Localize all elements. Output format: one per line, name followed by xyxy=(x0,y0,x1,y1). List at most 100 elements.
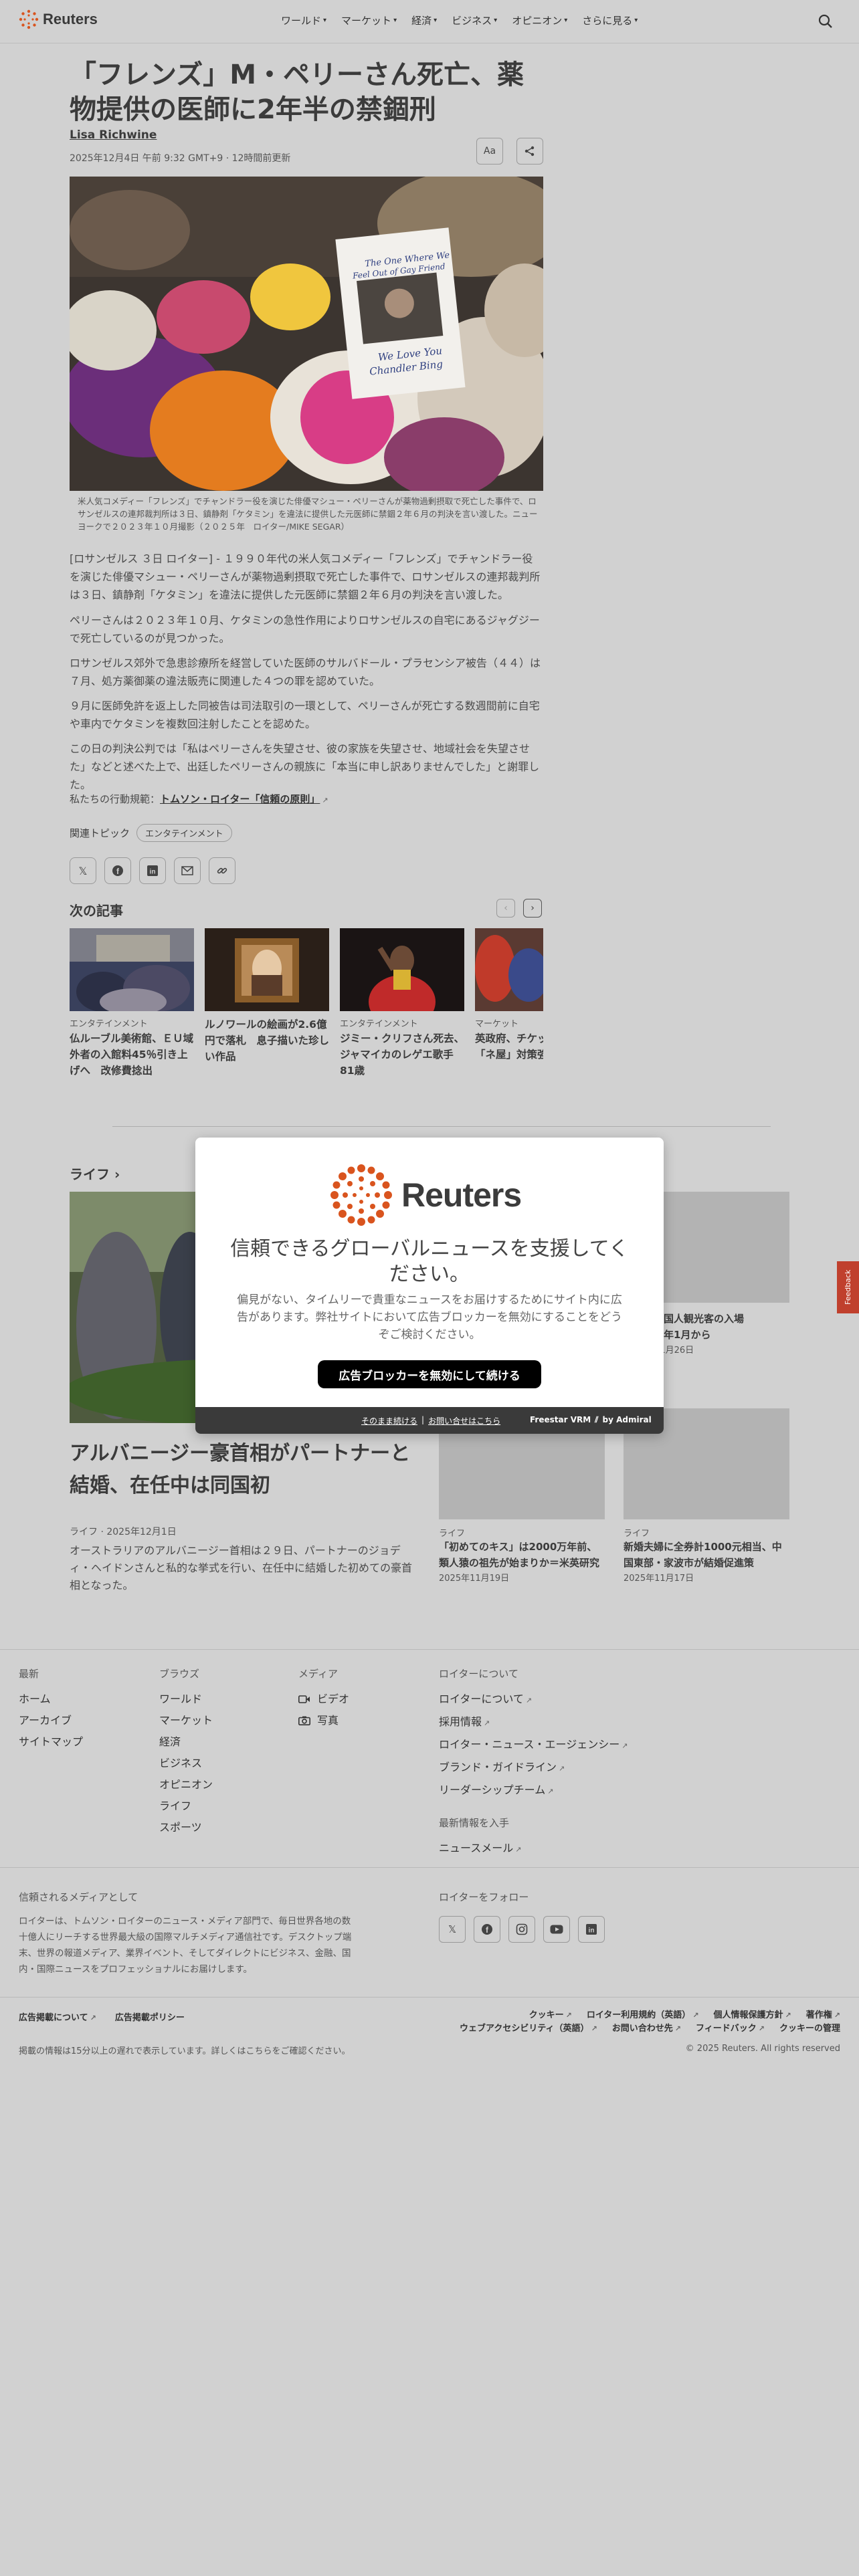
footer-link[interactable]: リーダーシップチーム ↗ xyxy=(439,1780,628,1802)
topic-tag-entertainment[interactable]: エンタテインメント xyxy=(136,824,232,842)
legal-link[interactable]: フィードバック ↗ xyxy=(696,2022,765,2036)
font-size-button[interactable]: Aa xyxy=(476,138,503,165)
article-paragraph: ９月に医師免許を返上した同被告は司法取引の一環として、ペリーさんが死亡する数週間… xyxy=(70,700,540,730)
carousel-next-button[interactable]: › xyxy=(523,899,542,918)
nav-world[interactable]: ワールド ▾ xyxy=(281,13,326,27)
footer-link[interactable]: マーケット xyxy=(159,1710,213,1731)
footer-link[interactable]: ビジネス xyxy=(159,1753,213,1774)
vendor-name: Freestar VRM xyxy=(530,1415,591,1424)
reuters-logo[interactable]: Reuters xyxy=(19,9,98,29)
footer-link-label: ロイターについて xyxy=(439,1693,524,1705)
legal-link[interactable]: ロイター利用規約（英語） ↗ xyxy=(587,2009,699,2022)
legal-right-links: クッキー ↗ ロイター利用規約（英語） ↗ 個人情報保護方針 ↗ 著作権 ↗ ウェブアク… xyxy=(460,2009,840,2036)
footer-link[interactable]: オピニオン xyxy=(159,1774,213,1796)
footer-link[interactable]: ロイターについて ↗ xyxy=(439,1689,628,1711)
continue-link[interactable]: そのまま続ける xyxy=(361,1415,417,1426)
share-linkedin-button[interactable]: in xyxy=(139,857,166,884)
share-email-button[interactable] xyxy=(174,857,201,884)
external-link-icon: ↗ xyxy=(565,2011,572,2020)
share-facebook-button[interactable]: f xyxy=(104,857,131,884)
card-kicker: マーケット xyxy=(475,1019,519,1029)
external-link-icon: ↗ xyxy=(90,2014,96,2022)
life-side-card[interactable]: ライフ 「初めてのキス」は2000万年前、類人猿の祖先が始まりか＝米英研究 20… xyxy=(439,1408,605,1584)
life-heading-text: ライフ xyxy=(70,1166,110,1182)
footer-link[interactable]: ライフ xyxy=(159,1796,213,1817)
legal-link[interactable]: 広告掲載ポリシー xyxy=(115,2010,185,2023)
life-main-title[interactable]: アルバニージー豪首相がパートナーと結婚、在任中は同国初 xyxy=(70,1438,417,1502)
adblock-modal: Reuters 信頼できるグローバルニュースを支援してください。 偏見がない、タ… xyxy=(195,1138,664,1434)
legal-link[interactable]: 著作権 ↗ xyxy=(806,2009,840,2022)
footer-link-video[interactable]: ビデオ xyxy=(298,1689,349,1710)
next-article-card[interactable]: エンタテインメント 仏ルーブル美術館、ＥＵ域外者の入館料45％引き上げへ 改修費… xyxy=(70,928,194,1079)
legal-link[interactable]: クッキー ↗ xyxy=(529,2009,572,2022)
footer-link[interactable]: ロイター・ニュース・エージェンシー ↗ xyxy=(439,1734,628,1757)
follow-youtube-button[interactable] xyxy=(543,1916,570,1943)
chevron-left-icon: ‹ xyxy=(504,903,508,914)
x-icon: 𝕏 xyxy=(78,864,88,877)
nav-markets[interactable]: マーケット ▾ xyxy=(341,13,397,27)
life-section-heading[interactable]: ライフ › xyxy=(70,1164,120,1183)
follow-linkedin-button[interactable]: in xyxy=(578,1916,605,1943)
modal-heading: 信頼できるグローバルニュースを支援してください。 xyxy=(230,1237,629,1286)
legal-link[interactable]: お問い合わせ先 ↗ xyxy=(612,2022,681,2036)
share-button[interactable] xyxy=(516,138,543,165)
chevron-down-icon: ▾ xyxy=(634,17,638,24)
admiral-icon: ⫽ xyxy=(595,1415,599,1424)
nav-economy[interactable]: 経済 ▾ xyxy=(411,13,437,27)
legal-link[interactable]: 広告掲載について ↗ xyxy=(19,2010,96,2023)
next-article-card[interactable]: マーケット 英政府、チケットを禁止へ 「ネ屋」対策強化 xyxy=(475,928,543,1063)
footer-link[interactable]: ワールド xyxy=(159,1689,213,1710)
footer-link-photos[interactable]: 写真 xyxy=(298,1710,349,1731)
facebook-icon: f xyxy=(482,1924,492,1935)
legal-link[interactable]: ウェブアクセシビリティ（英語） ↗ xyxy=(460,2022,597,2036)
footer-link[interactable]: 経済 xyxy=(159,1731,213,1753)
search-icon[interactable] xyxy=(818,13,834,29)
footer-heading: 最新 xyxy=(19,1668,39,1680)
carousel-prev-button[interactable]: ‹ xyxy=(496,899,515,918)
nav-more[interactable]: さらに見る ▾ xyxy=(582,13,638,27)
card-image xyxy=(205,928,329,1011)
follow-facebook-button[interactable]: f xyxy=(474,1916,500,1943)
nav-opinion[interactable]: オピニオン ▾ xyxy=(512,13,567,27)
card-date: 2025年11月19日 xyxy=(439,1574,510,1584)
external-link-icon: ↗ xyxy=(484,1719,490,1727)
legal-link-label: 個人情報保護方針 xyxy=(713,2010,783,2020)
legal-link[interactable]: クッキーの管理 xyxy=(779,2022,840,2036)
footer-col-media: メディア ビデオ 写真 xyxy=(298,1667,349,1731)
next-articles-heading: 次の記事 xyxy=(70,903,123,919)
footer-link-label: リーダーシップチーム xyxy=(439,1784,546,1796)
card-kicker: ライフ xyxy=(624,1529,650,1539)
footer-link[interactable]: サイトマップ xyxy=(19,1731,83,1753)
chevron-down-icon: ▾ xyxy=(434,17,438,24)
newsletter-link[interactable]: ニュースメール ↗ xyxy=(439,1839,628,1855)
footer-link[interactable]: ホーム xyxy=(19,1689,83,1710)
footer-link[interactable]: アーカイブ xyxy=(19,1710,83,1731)
follow-instagram-button[interactable] xyxy=(508,1916,535,1943)
contact-link[interactable]: お問い合せはこちら xyxy=(428,1415,500,1426)
next-article-card[interactable]: ルノワールの絵画が2.6億円で落札 息子描いた珍しい作品 xyxy=(205,928,329,1065)
footer-link[interactable]: ブランド・ガイドライン ↗ xyxy=(439,1757,628,1780)
share-x-button[interactable]: 𝕏 xyxy=(70,857,96,884)
footer-link[interactable]: 採用情報 ↗ xyxy=(439,1711,628,1734)
nav-label: ワールド xyxy=(281,15,322,27)
card-headline: 英政府、チケットを禁止へ 「ネ屋」対策強化 xyxy=(475,1033,543,1061)
follow-x-button[interactable]: 𝕏 xyxy=(439,1916,466,1943)
legal-link-label: クッキー xyxy=(529,2010,564,2020)
author-link[interactable]: Lisa Richwine xyxy=(70,128,157,142)
footer-col-browse: ブラウズ ワールド マーケット 経済 ビジネス オピニオン ライフ スポーツ xyxy=(159,1667,213,1838)
disable-adblock-button[interactable]: 広告ブロッカーを無効にして続ける xyxy=(318,1360,541,1388)
footer-link[interactable]: スポーツ xyxy=(159,1817,213,1838)
next-article-card[interactable]: エンタテインメント ジミー・クリフさん死去、ジャマイカのレゲエ歌手 81歳 xyxy=(340,928,464,1079)
card-image xyxy=(70,928,194,1011)
life-side-card[interactable]: ライフ 新婚夫婦に全券計1000元相当、中国東部・家波市が結婚促進策 2025年… xyxy=(624,1408,789,1584)
trust-principles-link[interactable]: トムソン・ロイター「信頼の原則」 xyxy=(160,793,320,805)
article-date: 2025年12月4日 午前 9:32 GMT+9 · 12時間前更新 xyxy=(70,153,291,164)
nav-business[interactable]: ビジネス ▾ xyxy=(452,13,497,27)
footer-heading: ブラウズ xyxy=(159,1668,200,1680)
legal-link[interactable]: 個人情報保護方針 ↗ xyxy=(714,2009,791,2022)
site-header: Reuters ワールド ▾ マーケット ▾ 経済 ▾ ビジネス ▾ オピニオン ▾ さら… xyxy=(0,0,859,43)
feedback-tab[interactable]: Feedback xyxy=(837,1261,859,1313)
footer-link-label: 採用情報 xyxy=(439,1715,482,1728)
copy-link-button[interactable] xyxy=(209,857,235,884)
article-paragraph: ロサンゼルス郊外で急患診療所を経営していた医師のサルバドール・プラセンシア被告（… xyxy=(70,657,541,687)
